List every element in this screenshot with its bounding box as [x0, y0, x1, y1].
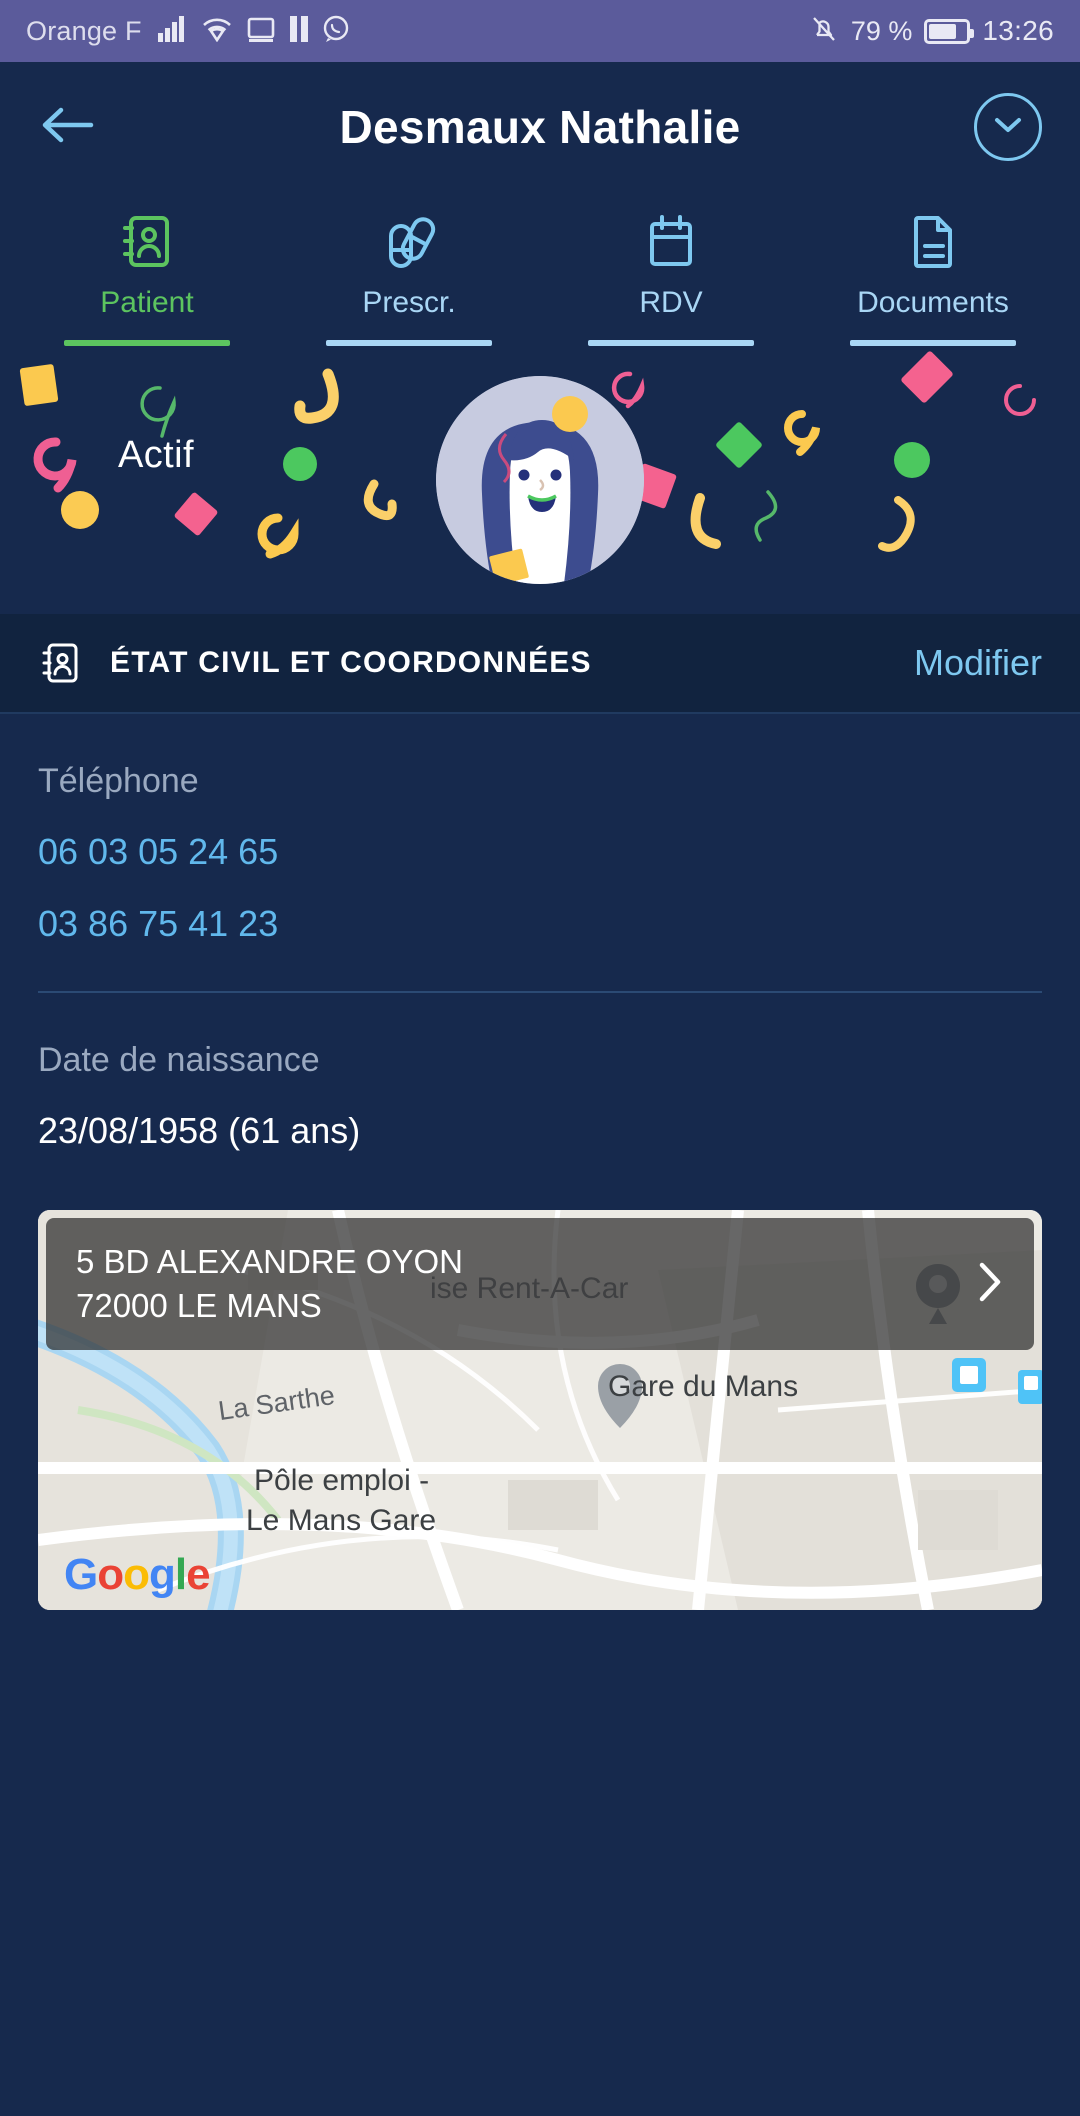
- avatar: [436, 376, 644, 584]
- chevron-down-icon: [993, 115, 1023, 140]
- calendar-icon: [640, 206, 702, 272]
- tab-documents[interactable]: Documents: [802, 192, 1064, 346]
- address-line-1: 5 BD ALEXANDRE OYON: [76, 1243, 463, 1281]
- phone-value-1[interactable]: 06 03 05 24 65: [38, 831, 1042, 873]
- whatsapp-icon: [322, 15, 350, 48]
- contact-card-icon: [116, 206, 178, 272]
- edit-button[interactable]: Modifier: [914, 642, 1042, 684]
- google-logo-g1: G: [64, 1550, 98, 1599]
- google-logo-e: e: [186, 1550, 211, 1599]
- birthdate-label: Date de naissance: [38, 1041, 320, 1079]
- section-title: ÉTAT CIVIL ET COORDONNÉES: [110, 646, 592, 679]
- clock-label: 13:26: [982, 15, 1054, 46]
- address-overlay[interactable]: 5 BD ALEXANDRE OYON 72000 LE MANS: [46, 1218, 1034, 1350]
- status-bar: Orange F 79 % 13:26: [0, 0, 1080, 62]
- chevron-right-icon: [976, 1260, 1004, 1309]
- wifi-icon: [201, 16, 233, 47]
- app-bar: Desmaux Nathalie: [0, 62, 1080, 192]
- patient-hero: Actif: [0, 346, 1080, 614]
- google-logo-g2: g: [149, 1550, 176, 1599]
- tab-prescriptions-label: Prescr.: [362, 286, 456, 319]
- field-phone: Téléphone 06 03 05 24 65 03 86 75 41 23: [38, 714, 1042, 945]
- document-icon: [902, 206, 964, 272]
- tab-patient-label: Patient: [100, 286, 194, 319]
- address-text: 5 BD ALEXANDRE OYON 72000 LE MANS: [76, 1240, 463, 1327]
- status-bar-right: 79 % 13:26: [809, 14, 1054, 49]
- carrier-label: Orange F: [26, 15, 142, 46]
- phone-label: Téléphone: [38, 762, 199, 800]
- google-logo-l: l: [174, 1550, 187, 1599]
- map-label-poi-line2: Le Mans Gare: [246, 1504, 437, 1537]
- birthdate-value: 23/08/1958 (61 ans): [38, 1110, 361, 1151]
- arrow-left-icon: [39, 104, 95, 151]
- status-bar-icons: [157, 15, 350, 48]
- battery-icon: [924, 18, 975, 44]
- map-label-poi-line1: Pôle emploi -: [254, 1464, 430, 1497]
- phone-value-2[interactable]: 03 86 75 41 23: [38, 903, 1042, 945]
- bell-off-icon: [809, 14, 839, 49]
- patient-status-label: Actif: [118, 434, 194, 476]
- tab-rdv[interactable]: RDV: [540, 192, 802, 346]
- back-button[interactable]: [38, 98, 96, 156]
- tab-prescriptions[interactable]: Prescr.: [278, 192, 540, 346]
- google-logo-o2: o: [123, 1550, 150, 1599]
- battery-percent-label: 79 %: [850, 15, 913, 46]
- google-logo: Google: [64, 1550, 211, 1600]
- expand-patient-button[interactable]: [974, 93, 1042, 161]
- page-title: Desmaux Nathalie: [339, 101, 741, 153]
- cast-icon: [246, 16, 276, 47]
- tab-patient[interactable]: Patient: [16, 192, 278, 346]
- signal-icon: [157, 15, 188, 47]
- section-header-civil-status: ÉTAT CIVIL ET COORDONNÉES Modifier: [0, 614, 1080, 714]
- tab-rdv-label: RDV: [639, 286, 703, 319]
- address-map-card[interactable]: La Sarthe Gare du Mans ise Rent-A-Car Pô…: [38, 1210, 1042, 1610]
- pills-icon: [378, 206, 440, 272]
- map-label-station: Gare du Mans: [608, 1370, 799, 1403]
- pause-icon: [289, 15, 309, 47]
- google-logo-o1: o: [97, 1550, 124, 1599]
- contact-card-icon: [38, 640, 84, 686]
- tab-documents-label: Documents: [857, 286, 1009, 319]
- field-birthdate: Date de naissance 23/08/1958 (61 ans): [38, 993, 1042, 1152]
- address-line-2: 72000 LE MANS: [76, 1287, 322, 1324]
- patient-details: Téléphone 06 03 05 24 65 03 86 75 41 23 …: [0, 714, 1080, 1152]
- tab-bar: Patient Prescr. RDV Documents: [0, 192, 1080, 346]
